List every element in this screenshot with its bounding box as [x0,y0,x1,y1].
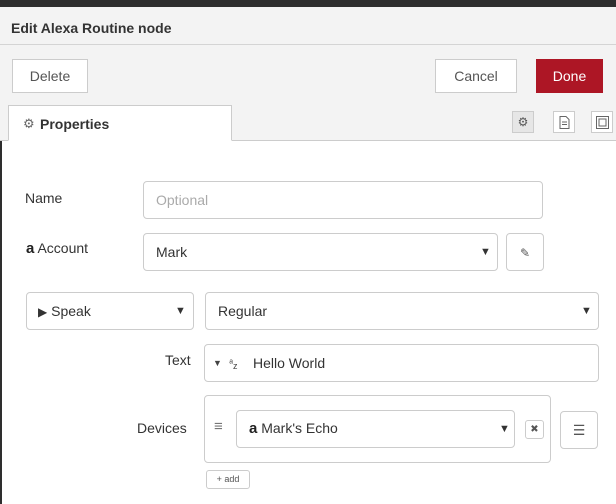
amazon-icon: a [26,240,35,257]
name-label: Name [25,190,63,206]
chevron-down-icon: ▼ [499,423,510,435]
chevron-down-icon: ▼ [480,246,491,258]
action-value: Speak [51,303,91,319]
dialog-button-bar: Delete Cancel Done [0,45,616,105]
device-value-group: a Mark's Echo [249,420,338,437]
delete-button[interactable]: Delete [12,59,88,93]
dialog-title: Edit Alexa Routine node [11,20,172,36]
account-label-group: a Account [26,240,88,257]
window-left-edge [0,141,2,504]
list-icon: ☰ [572,422,586,438]
add-label: add [224,474,240,484]
devices-label: Devices [137,420,187,436]
device-select[interactable]: a Mark's Echo ▼ [236,410,515,448]
action-select[interactable]: ▶ Speak ▼ [26,292,194,330]
device-value: Mark's Echo [261,420,338,436]
account-select[interactable]: Mark ▼ [143,233,498,271]
frame-icon [595,116,609,129]
window-top-edge [0,0,616,7]
cancel-button[interactable]: Cancel [435,59,517,93]
add-device-button[interactable]: + add [206,470,250,489]
caret-down-icon: ▼ [213,358,222,368]
amazon-icon: a [249,420,258,437]
account-label: Account [37,240,89,256]
plus-icon: + [216,474,222,484]
speak-mode-value: Regular [218,303,268,319]
text-value: Hello World [253,355,326,371]
description-tab-button[interactable] [553,111,575,133]
gear-icon: ⚙ [23,116,35,131]
text-type-selector[interactable]: ▼ ᵃz [213,355,238,371]
speak-mode-select[interactable]: Regular ▼ [205,292,599,330]
account-value: Mark [156,244,188,260]
document-icon [559,116,569,129]
play-icon: ▶ [38,305,48,319]
chevron-down-icon: ▼ [175,305,186,317]
appearance-tab-button[interactable] [591,111,613,133]
done-button[interactable]: Done [536,59,603,93]
name-input[interactable]: Optional [143,181,543,219]
devices-list: ≡ a Mark's Echo ▼ ✖ [204,395,551,463]
edit-account-button[interactable]: ✎ [506,233,544,271]
text-label: Text [165,352,191,368]
device-list-button[interactable]: ☰ [560,411,598,449]
tab-strip: ⚙ Properties ⚙ [0,105,616,141]
chevron-down-icon: ▼ [581,305,592,317]
remove-device-button[interactable]: ✖ [525,420,544,439]
close-icon: ✖ [530,424,539,435]
tab-properties-label: Properties [40,116,110,132]
text-input[interactable]: ▼ ᵃz Hello World [204,344,599,382]
dialog-title-bar: Edit Alexa Routine node [0,7,616,45]
drag-handle-icon[interactable]: ≡ [214,418,223,435]
tab-properties[interactable]: ⚙ Properties [8,105,232,141]
name-placeholder: Optional [156,192,209,208]
pencil-icon: ✎ [519,246,531,260]
string-type-icon: ᵃz [229,358,238,371]
gear-icon: ⚙ [517,115,529,129]
action-value-group: ▶ Speak [38,303,91,319]
settings-tab-button[interactable]: ⚙ [512,111,534,133]
